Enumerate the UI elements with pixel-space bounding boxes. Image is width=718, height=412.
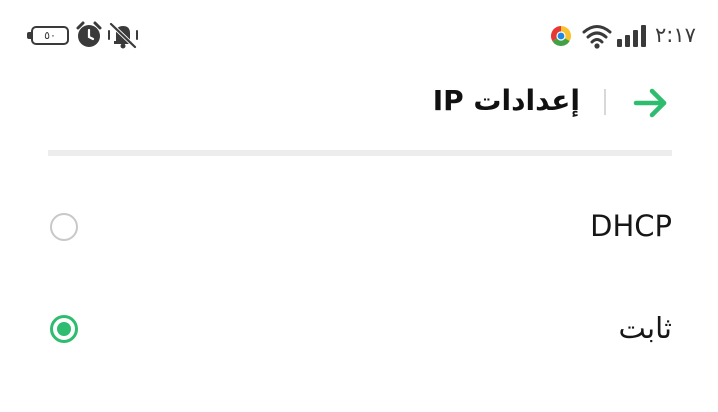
page-title: إعدادات IP bbox=[432, 84, 580, 117]
header: إعدادات IP bbox=[0, 70, 718, 140]
alarm-icon bbox=[76, 21, 102, 47]
back-button[interactable] bbox=[628, 84, 672, 122]
option-label: ثابت bbox=[618, 311, 672, 345]
radio-button-unselected[interactable] bbox=[50, 213, 78, 241]
chrome-icon bbox=[551, 26, 571, 46]
header-divider bbox=[604, 89, 606, 115]
battery-icon: ٥٠ bbox=[27, 26, 69, 45]
option-static[interactable]: ثابت bbox=[30, 293, 690, 369]
signal-icon bbox=[617, 25, 646, 47]
status-bar: ٥٠ ٢:١٧ bbox=[0, 0, 718, 70]
mute-icon bbox=[108, 22, 138, 49]
option-dhcp[interactable]: DHCP bbox=[30, 191, 690, 267]
battery-level: ٥٠ bbox=[44, 29, 56, 42]
section-divider bbox=[48, 150, 672, 156]
wifi-icon bbox=[582, 25, 612, 49]
radio-button-selected[interactable] bbox=[50, 315, 78, 343]
status-time: ٢:١٧ bbox=[655, 23, 696, 47]
option-label: DHCP bbox=[590, 209, 672, 243]
arrow-back-icon bbox=[633, 88, 667, 118]
